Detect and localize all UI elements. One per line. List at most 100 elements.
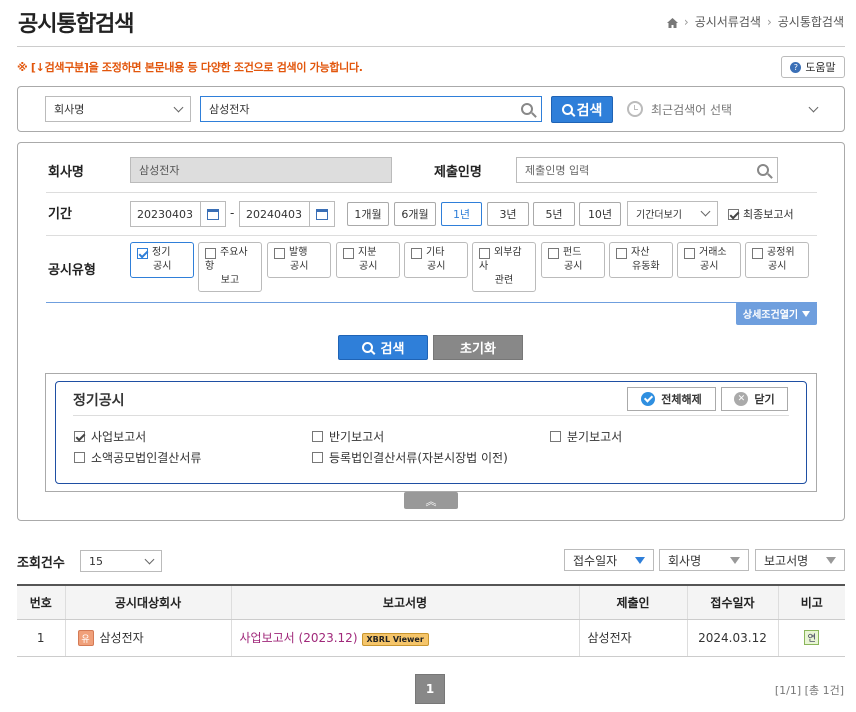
search-icon[interactable] xyxy=(757,164,769,176)
type-label-line3: 보고 xyxy=(220,275,240,286)
type-option[interactable]: 거래소 공시 xyxy=(677,242,741,278)
checkbox-annual-report[interactable]: 사업보고서 xyxy=(74,428,146,445)
type-option[interactable]: 자산유동화 xyxy=(609,242,673,278)
type-label-line1: 펀드 xyxy=(563,247,582,258)
submitter-label: 제출인명 xyxy=(434,165,482,180)
period-more-select[interactable]: 기간더보기 xyxy=(627,201,718,226)
checkbox-icon[interactable] xyxy=(684,248,695,259)
period-1y-button[interactable]: 1년 xyxy=(441,202,482,226)
submitter-input[interactable]: 제출인명 입력 xyxy=(516,157,778,183)
type-option[interactable]: 외부감 사 관련 xyxy=(472,242,536,292)
checkbox-icon[interactable] xyxy=(411,248,422,259)
period-5y-button[interactable]: 5년 xyxy=(533,202,575,226)
count-label: 조회건수 xyxy=(17,556,65,571)
breadcrumb-item[interactable]: 공시서류검색 xyxy=(695,13,761,30)
search-icon[interactable] xyxy=(521,103,533,115)
type-label-line2: 공시 xyxy=(153,261,172,272)
type-option[interactable]: 기타 공시 xyxy=(404,242,468,278)
date-to-input[interactable]: 20240403 xyxy=(239,201,335,227)
checkbox-quarter-report[interactable]: 분기보고서 xyxy=(550,428,622,445)
filter-search-button[interactable]: 검색 xyxy=(338,335,428,360)
search-button-label: 검색 xyxy=(576,102,603,119)
type-option[interactable]: 정기공시 xyxy=(130,242,194,278)
checkbox-icon[interactable] xyxy=(274,248,285,259)
sort-company-select[interactable]: 회사명 xyxy=(659,549,749,571)
checkbox-icon[interactable] xyxy=(616,248,627,259)
checkbox-icon[interactable] xyxy=(205,248,216,259)
reset-button[interactable]: 초기화 xyxy=(433,335,523,360)
xbrl-viewer-button[interactable]: XBRL Viewer xyxy=(361,633,429,646)
collapse-button[interactable]: ︽ xyxy=(404,492,458,509)
type-label-line1: 외부감 xyxy=(494,247,522,258)
annual-report-label: 사업보고서 xyxy=(91,430,147,444)
checkbox-icon[interactable] xyxy=(137,248,148,259)
page-button[interactable]: 1 xyxy=(415,674,445,704)
calendar-icon[interactable] xyxy=(309,202,334,226)
type-option[interactable]: 지분 공시 xyxy=(336,242,400,278)
recent-search-select[interactable]: 최근검색어 선택 xyxy=(627,96,819,122)
checkbox-icon[interactable] xyxy=(312,431,323,442)
company-value: 삼성전자 xyxy=(139,164,180,177)
checkbox-icon[interactable] xyxy=(312,452,323,463)
chevron-down-icon xyxy=(173,102,184,112)
column-header: 보고서명 xyxy=(230,584,579,620)
results-table: 번호 공시대상회사 보고서명 제출인 접수일자 비고 1 유 삼성전자 사업보고서… xyxy=(17,584,845,657)
type-label: 공시유형 xyxy=(48,263,96,278)
close-button[interactable]: ✕ 닫기 xyxy=(721,387,788,411)
period-10y-button[interactable]: 10년 xyxy=(579,202,621,226)
checkbox-icon[interactable] xyxy=(479,248,490,259)
sort-report-select[interactable]: 보고서명 xyxy=(755,549,845,571)
result-summary: [1/1] [총 1건] xyxy=(774,684,844,697)
type-label-line2: 공시 xyxy=(427,261,446,272)
checkbox-icon[interactable] xyxy=(74,452,85,463)
type-option[interactable]: 펀드 공시 xyxy=(541,242,605,278)
type-label-line1: 정기 xyxy=(152,247,171,258)
final-report-checkbox[interactable]: 최종보고서 xyxy=(728,206,794,222)
type-option[interactable]: 발행 공시 xyxy=(267,242,331,278)
report-link[interactable]: 사업보고서 (2023.12) xyxy=(240,631,358,645)
count-value: 15 xyxy=(89,554,103,568)
table-header-row: 번호 공시대상회사 보고서명 제출인 접수일자 비고 xyxy=(17,584,845,620)
type-label-line1: 자산 xyxy=(631,247,650,258)
checkbox-icon[interactable] xyxy=(550,431,561,442)
checkbox-icon[interactable] xyxy=(74,431,85,442)
checkbox-icon[interactable] xyxy=(728,208,739,220)
divider xyxy=(46,192,817,193)
search-type-select[interactable]: 회사명 xyxy=(45,96,191,122)
breadcrumb-item[interactable]: 공시통합검색 xyxy=(778,13,844,30)
period-1m-button[interactable]: 1개월 xyxy=(347,202,389,226)
period-6m-button[interactable]: 6개월 xyxy=(394,202,436,226)
regular-title: 정기공시 xyxy=(73,393,125,409)
checkbox-icon[interactable] xyxy=(343,248,354,259)
checkbox-registered-settlement[interactable]: 등록법인결산서류(자본시장법 이전) xyxy=(312,449,508,466)
chevron-down-icon xyxy=(808,102,819,112)
checkbox-half-report[interactable]: 반기보고서 xyxy=(312,428,384,445)
count-select[interactable]: 15 xyxy=(80,550,162,572)
clear-all-button[interactable]: 전체해제 xyxy=(627,387,716,411)
type-option[interactable]: 주요사 항 보고 xyxy=(198,242,262,292)
type-option[interactable]: 공정위 공시 xyxy=(745,242,809,278)
chevron-right-icon: › xyxy=(766,14,772,29)
column-header: 비고 xyxy=(777,584,845,620)
date-from-input[interactable]: 20230403 xyxy=(130,201,226,227)
company-link[interactable]: 삼성전자 xyxy=(100,631,144,645)
search-button[interactable]: 검색 xyxy=(551,96,613,123)
type-label-line2: 유동화 xyxy=(632,261,660,272)
divider xyxy=(46,235,817,236)
help-button[interactable]: ? 도움말 xyxy=(781,56,845,78)
detail-toggle-button[interactable]: 상세조건열기 xyxy=(736,302,817,325)
checkbox-small-offering[interactable]: 소액공모법인결산서류 xyxy=(74,449,201,466)
caret-down-icon xyxy=(635,556,645,564)
checkbox-icon[interactable] xyxy=(752,248,763,259)
period-3y-button[interactable]: 3년 xyxy=(487,202,529,226)
calendar-icon[interactable] xyxy=(200,202,225,226)
search-query: 삼성전자 xyxy=(209,103,250,116)
submitter-placeholder: 제출인명 입력 xyxy=(525,164,590,177)
note-cell: 연 xyxy=(777,619,845,657)
home-icon[interactable] xyxy=(666,17,678,28)
submitter-cell: 삼성전자 xyxy=(578,619,687,657)
sort-date-select[interactable]: 접수일자 xyxy=(564,549,654,571)
final-report-label: 최종보고서 xyxy=(743,208,794,221)
checkbox-icon[interactable] xyxy=(548,248,559,259)
search-input[interactable]: 삼성전자 xyxy=(200,96,542,122)
